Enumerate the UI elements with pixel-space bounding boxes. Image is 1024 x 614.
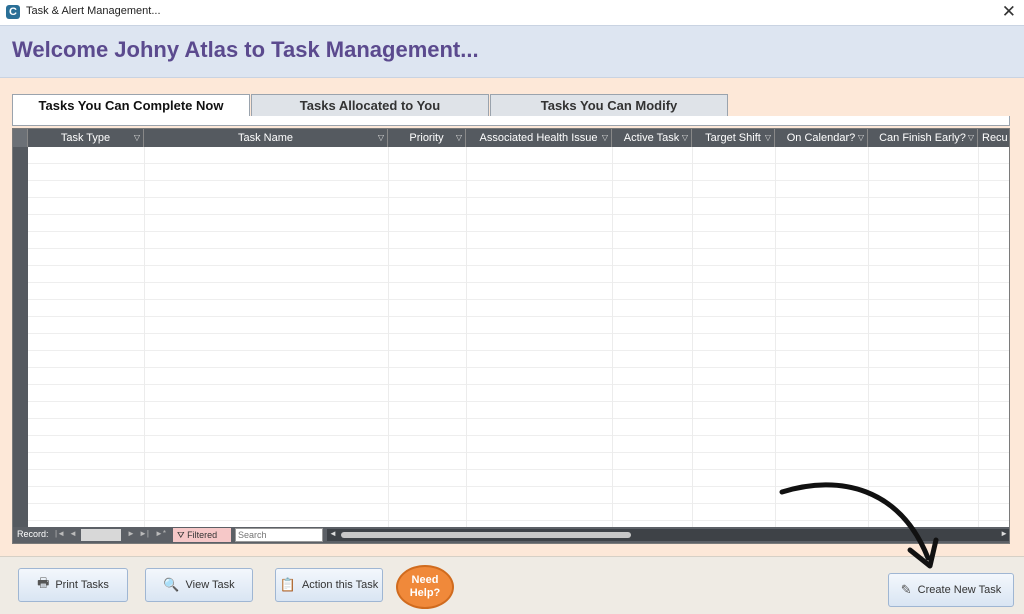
- filter-icon: ⛛: [177, 530, 185, 540]
- view-task-button[interactable]: 🔍 View Task: [145, 568, 253, 602]
- column-active-task[interactable]: Active Task ▽: [612, 129, 692, 147]
- welcome-header: Welcome Johny Atlas to Task Management..…: [0, 25, 1024, 78]
- chevron-down-icon[interactable]: ▽: [968, 129, 974, 147]
- column-health-issue[interactable]: Associated Health Issue ▽: [466, 129, 612, 147]
- next-record-button[interactable]: ►: [127, 529, 135, 538]
- column-divider: [388, 147, 389, 527]
- chevron-down-icon[interactable]: ▽: [456, 129, 462, 147]
- need-help-button[interactable]: Need Help?: [396, 565, 454, 609]
- column-divider: [612, 147, 613, 527]
- column-finish-early[interactable]: Can Finish Early? ▽: [868, 129, 978, 147]
- tab-panel-edge: [12, 116, 1010, 126]
- create-task-icon: ✎: [900, 582, 912, 597]
- column-divider: [978, 147, 979, 527]
- column-task-type[interactable]: Task Type ▽: [28, 129, 144, 147]
- tab-modify[interactable]: Tasks You Can Modify: [490, 94, 728, 118]
- window-titlebar: C Task & Alert Management... ✕: [0, 0, 1024, 25]
- column-target-shift[interactable]: Target Shift ▽: [692, 129, 775, 147]
- action-footer: 🖶 Print Tasks 🔍 View Task 📋 Action this …: [0, 556, 1024, 614]
- column-divider: [466, 147, 467, 527]
- record-selector-column[interactable]: [13, 147, 28, 527]
- first-record-button[interactable]: |◄: [55, 529, 65, 538]
- last-record-button[interactable]: ►|: [139, 529, 149, 538]
- view-task-icon: 🔍: [163, 577, 180, 592]
- column-divider: [868, 147, 869, 527]
- column-on-calendar[interactable]: On Calendar? ▽: [775, 129, 868, 147]
- scroll-thumb[interactable]: [341, 532, 631, 538]
- column-divider: [775, 147, 776, 527]
- scroll-right-icon[interactable]: ►: [1000, 529, 1008, 538]
- tasks-datasheet[interactable]: Task Type ▽ Task Name ▽ Priority ▽ Associat…: [12, 128, 1010, 544]
- action-task-button[interactable]: 📋 Action this Task: [275, 568, 383, 602]
- record-navigation-bar: Record: |◄ ◄ ► ►| ►* ⛛ Filtered ◄ ►: [13, 527, 1009, 543]
- window-title: Task & Alert Management...: [26, 5, 161, 17]
- print-tasks-button[interactable]: 🖶 Print Tasks: [18, 568, 128, 602]
- tab-allocated[interactable]: Tasks Allocated to You: [251, 94, 489, 118]
- app-logo-icon: C: [6, 5, 20, 19]
- action-task-icon: 📋: [279, 577, 296, 592]
- grid-header: Task Type ▽ Task Name ▽ Priority ▽ Associat…: [13, 129, 1009, 147]
- main-body: Tasks You Can Complete Now Tasks Allocat…: [0, 78, 1024, 556]
- printer-icon: 🖶: [37, 575, 50, 590]
- create-new-task-button[interactable]: ✎ Create New Task: [888, 573, 1014, 607]
- column-divider: [692, 147, 693, 527]
- chevron-down-icon[interactable]: ▽: [378, 129, 384, 147]
- select-all-corner[interactable]: [13, 129, 28, 147]
- record-label: Record:: [17, 529, 49, 539]
- filter-toggle[interactable]: ⛛ Filtered: [173, 528, 231, 542]
- column-recurring[interactable]: Recu: [978, 129, 1009, 147]
- column-priority[interactable]: Priority ▽: [388, 129, 466, 147]
- column-divider: [144, 147, 145, 527]
- chevron-down-icon[interactable]: ▽: [682, 129, 688, 147]
- close-icon[interactable]: ✕: [1002, 2, 1016, 22]
- search-input[interactable]: [235, 528, 323, 542]
- page-title: Welcome Johny Atlas to Task Management..…: [12, 37, 479, 62]
- scroll-left-icon[interactable]: ◄: [329, 529, 337, 538]
- horizontal-scrollbar[interactable]: ◄ ►: [327, 529, 1009, 541]
- chevron-down-icon[interactable]: ▽: [602, 129, 608, 147]
- chevron-down-icon[interactable]: ▽: [858, 129, 864, 147]
- column-task-name[interactable]: Task Name ▽: [144, 129, 388, 147]
- chevron-down-icon[interactable]: ▽: [134, 129, 140, 147]
- grid-body: [28, 147, 1009, 527]
- chevron-down-icon[interactable]: ▽: [765, 129, 771, 147]
- new-record-button[interactable]: ►*: [155, 529, 166, 538]
- current-record-field[interactable]: [81, 529, 121, 541]
- prev-record-button[interactable]: ◄: [69, 529, 77, 538]
